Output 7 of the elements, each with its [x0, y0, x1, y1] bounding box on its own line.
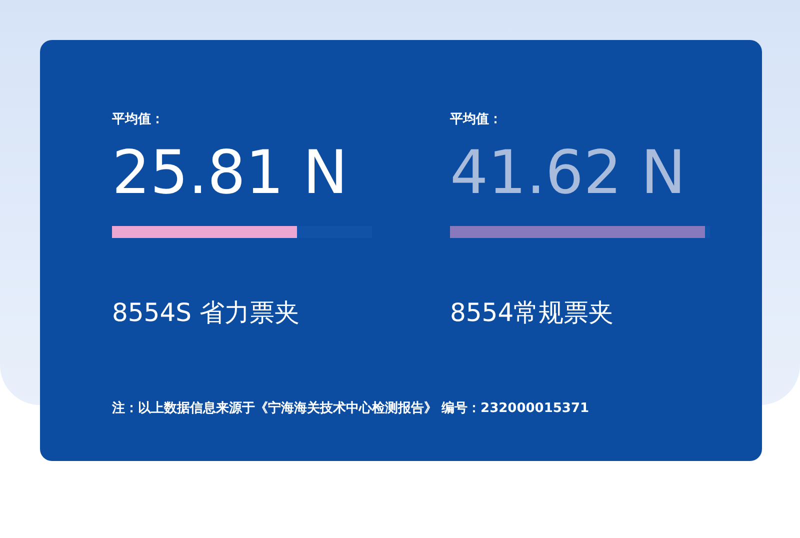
force-value: 25.81 N — [112, 138, 349, 208]
force-value: 41.62 N — [450, 138, 687, 208]
product-name: 8554S 省力票夹 — [112, 297, 300, 329]
average-label: 平均值： — [450, 111, 503, 129]
source-note: 注：以上数据信息来源于《宁海海关技术中心检测报告》 编号：232000015371 — [112, 400, 590, 417]
average-label: 平均值： — [112, 111, 165, 129]
product-name: 8554常规票夹 — [450, 297, 615, 329]
